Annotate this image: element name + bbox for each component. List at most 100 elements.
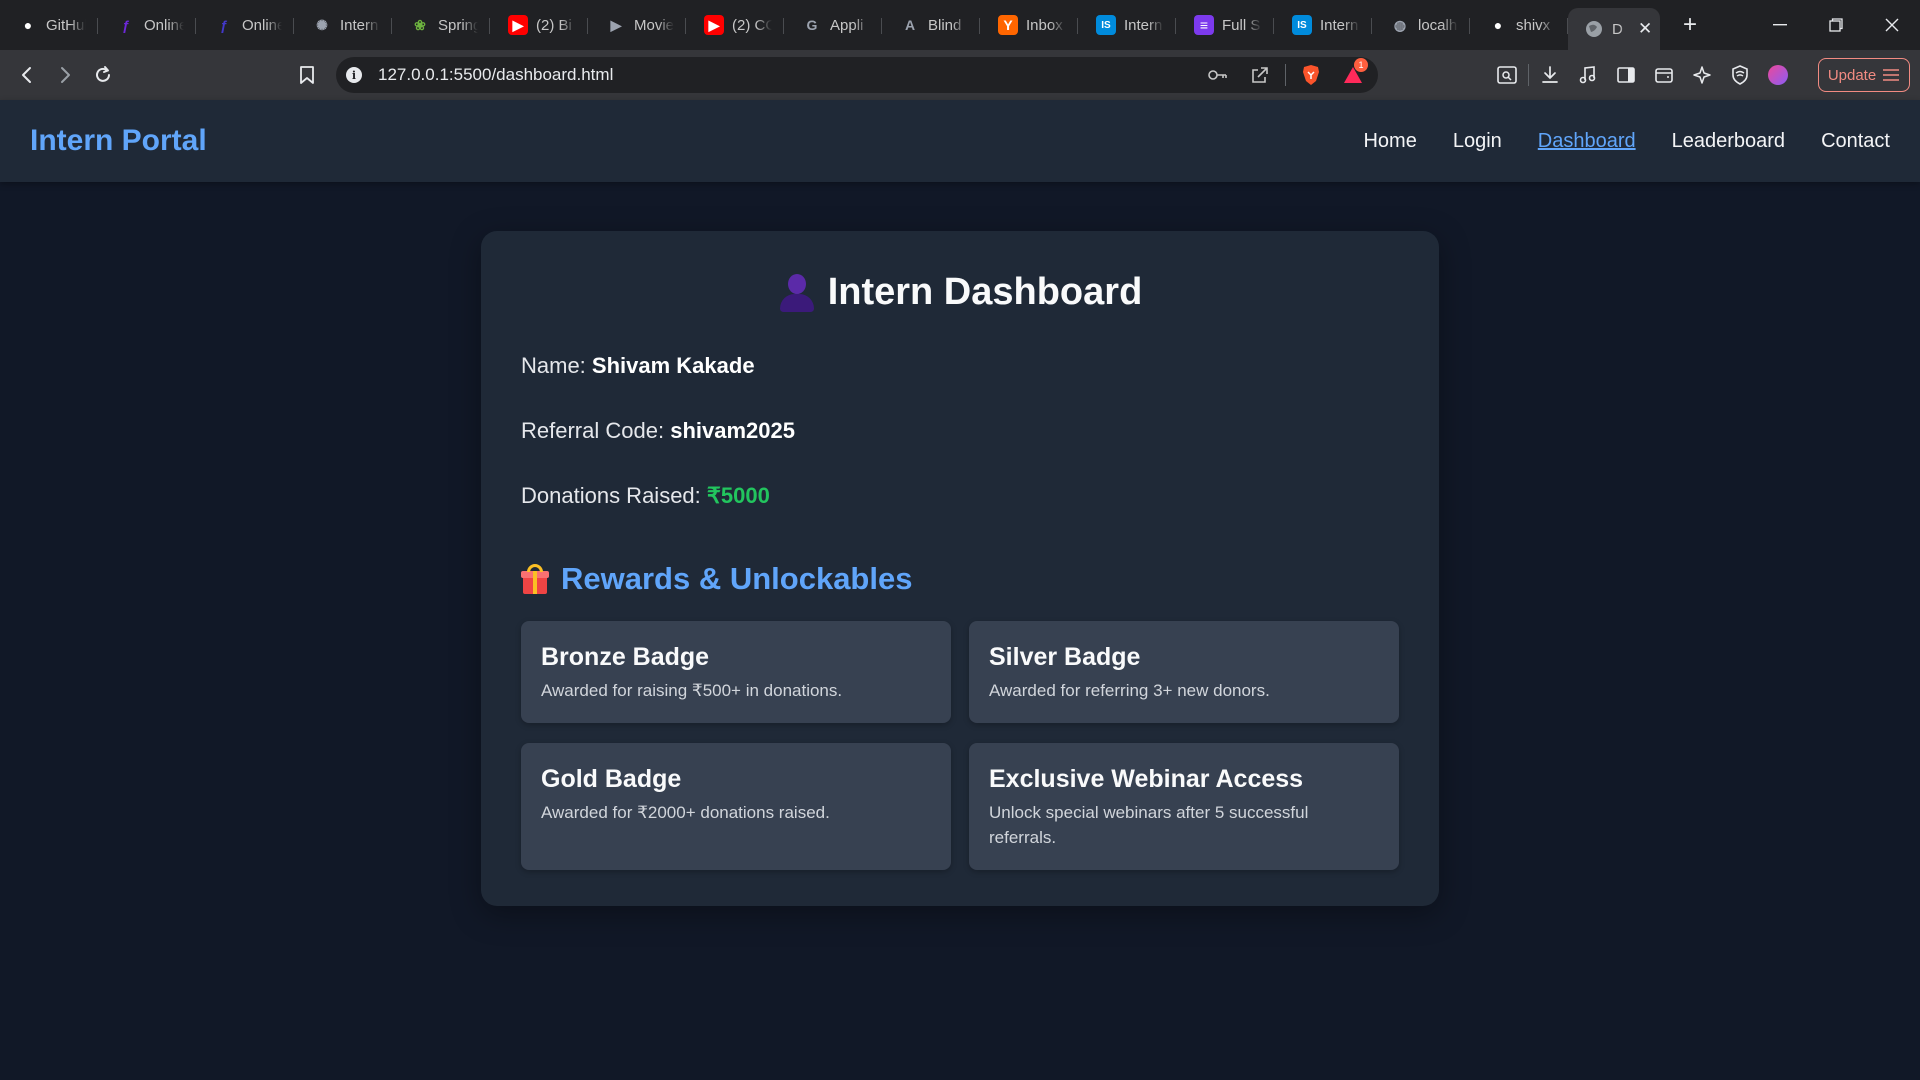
online-icon: ƒ: [122, 17, 130, 33]
music-icon[interactable]: [1571, 58, 1605, 92]
referral-code-value: shivam2025: [670, 418, 795, 443]
rewards-badge: 1: [1354, 58, 1368, 72]
dashboard-card: Intern Dashboard Name: Shivam Kakade Ref…: [481, 231, 1439, 906]
share-icon[interactable]: [1243, 58, 1277, 92]
play-icon: ▶: [610, 16, 622, 33]
back-button[interactable]: [9, 57, 45, 93]
tab-list: ●GitHubƒOnlineƒOnline✺Intern❀Spring▶(2) …: [0, 0, 1568, 50]
reload-icon: [96, 66, 110, 82]
tab-8[interactable]: G Appli: [784, 7, 882, 43]
tab-10[interactable]: Y Inbox: [980, 7, 1078, 43]
nav-link-leaderboard[interactable]: Leaderboard: [1672, 130, 1785, 153]
nav-link-login[interactable]: Login: [1453, 130, 1502, 153]
tab-13[interactable]: IS Intern: [1274, 7, 1372, 43]
openai-icon: ✺: [316, 16, 328, 33]
url-text[interactable]: 127.0.0.1:5500/dashboard.html: [378, 65, 613, 85]
rewards-grid: Bronze Badge Awarded for raising ₹500+ in…: [521, 621, 1399, 870]
fullstack-icon: ≡: [1194, 15, 1214, 35]
donations-label: Donations Raised:: [521, 483, 701, 508]
rewards-heading: Rewards & Unlockables: [521, 561, 912, 597]
globe-icon: ◍: [1393, 16, 1407, 33]
name-value: Shivam Kakade: [591, 353, 755, 378]
nav-link-contact[interactable]: Contact: [1821, 130, 1890, 153]
site-brand[interactable]: Intern Portal: [30, 124, 207, 158]
tab-1[interactable]: ƒ Online: [98, 7, 196, 43]
wallet-icon[interactable]: [1647, 58, 1681, 92]
back-icon: [22, 67, 31, 83]
close-tab-icon[interactable]: ✕: [1638, 19, 1652, 39]
nav-link-home[interactable]: Home: [1363, 130, 1416, 153]
tab-11[interactable]: IS Intern: [1078, 7, 1176, 43]
reward-description: Awarded for ₹2000+ donations raised.: [541, 803, 830, 822]
screenshot-icon[interactable]: [1490, 58, 1524, 92]
vpn-shield-icon[interactable]: [1723, 58, 1757, 92]
key-icon[interactable]: [1201, 58, 1235, 92]
tab-title: (2) Bi: [536, 16, 572, 34]
referral-line: Referral Code: shivam2025: [521, 418, 795, 444]
tab-9[interactable]: A Blind: [882, 7, 980, 43]
browser-tab-strip: ●GitHubƒOnlineƒOnline✺Intern❀Spring▶(2) …: [0, 0, 1920, 50]
tab-14[interactable]: ◍ localh: [1372, 7, 1470, 43]
minimize-button[interactable]: [1752, 0, 1808, 50]
download-icon[interactable]: [1533, 58, 1567, 92]
tab-2[interactable]: ƒ Online: [196, 7, 294, 43]
address-bar[interactable]: i 127.0.0.1:5500/dashboard.html 1: [336, 57, 1378, 93]
tab-active[interactable]: D ✕: [1568, 8, 1660, 50]
referral-label: Referral Code:: [521, 418, 665, 443]
tab-5[interactable]: ▶ (2) Bi: [490, 7, 588, 43]
ycombinator-icon: Y: [998, 15, 1018, 35]
close-window-button[interactable]: [1864, 0, 1920, 50]
tab-title: Online: [242, 16, 282, 34]
tab-title: Intern: [1124, 16, 1163, 34]
donations-value: ₹5000: [706, 483, 770, 508]
update-button[interactable]: Update: [1818, 58, 1910, 92]
tab-7[interactable]: ▶ (2) CC: [686, 7, 784, 43]
tab-15[interactable]: ● shivx: [1470, 7, 1568, 43]
restore-button[interactable]: [1808, 0, 1864, 50]
divider: [1285, 64, 1286, 86]
tab-title: (2) CC: [732, 16, 772, 34]
site-header: Intern Portal Home Login Dashboard Leaderbo…: [0, 100, 1920, 182]
reward-card: Silver Badge Awarded for referring 3+ new…: [969, 621, 1399, 723]
tab-title: Inbox: [1026, 16, 1063, 34]
new-tab-button[interactable]: +: [1670, 5, 1710, 45]
main-nav: Home Login Dashboard Leaderboard Contact: [1363, 130, 1890, 153]
address-bar-actions: 1: [1201, 57, 1370, 93]
github-icon: ●: [23, 17, 33, 33]
sidebar-icon[interactable]: [1609, 58, 1643, 92]
tab-12[interactable]: ≡ Full S: [1176, 7, 1274, 43]
tab-title: Blind: [928, 16, 962, 34]
tab-4[interactable]: ❀ Spring: [392, 7, 490, 43]
tab-6[interactable]: ▶ Movie: [588, 7, 686, 43]
window-controls: [1752, 0, 1920, 50]
internshala-icon: IS: [1096, 15, 1116, 35]
reward-title: Silver Badge: [989, 643, 1141, 671]
gift-icon: [521, 564, 549, 594]
toolbar-actions: [1490, 56, 1795, 94]
bookmark-icon: [300, 66, 314, 84]
profile-avatar-icon[interactable]: [1761, 58, 1795, 92]
blind-icon: A: [904, 17, 916, 33]
forward-button[interactable]: [47, 57, 83, 93]
donations-line: Donations Raised: ₹5000: [521, 483, 770, 509]
spring-icon: ❀: [414, 16, 426, 33]
reward-description: Unlock special webinars after 5 successf…: [989, 803, 1309, 847]
google-icon: G: [806, 17, 818, 33]
tab-title: Intern: [340, 16, 379, 34]
site-info-icon[interactable]: i: [346, 67, 362, 83]
youtube-icon: ▶: [704, 15, 724, 35]
bookmark-button[interactable]: [290, 57, 324, 93]
reward-title: Bronze Badge: [541, 643, 710, 671]
user-icon: [778, 273, 814, 312]
reload-button[interactable]: [85, 57, 121, 93]
reward-title: Gold Badge: [541, 765, 682, 793]
page-title: Intern Dashboard: [521, 271, 1399, 314]
tab-0[interactable]: ● GitHub: [0, 7, 98, 43]
tab-title: D: [1612, 20, 1623, 38]
brave-shields-icon[interactable]: [1294, 58, 1328, 92]
tab-3[interactable]: ✺ Intern: [294, 7, 392, 43]
brave-rewards-icon[interactable]: 1: [1336, 58, 1370, 92]
globe-icon: [1584, 19, 1604, 39]
leo-ai-icon[interactable]: [1685, 58, 1719, 92]
nav-link-dashboard[interactable]: Dashboard: [1538, 130, 1636, 153]
